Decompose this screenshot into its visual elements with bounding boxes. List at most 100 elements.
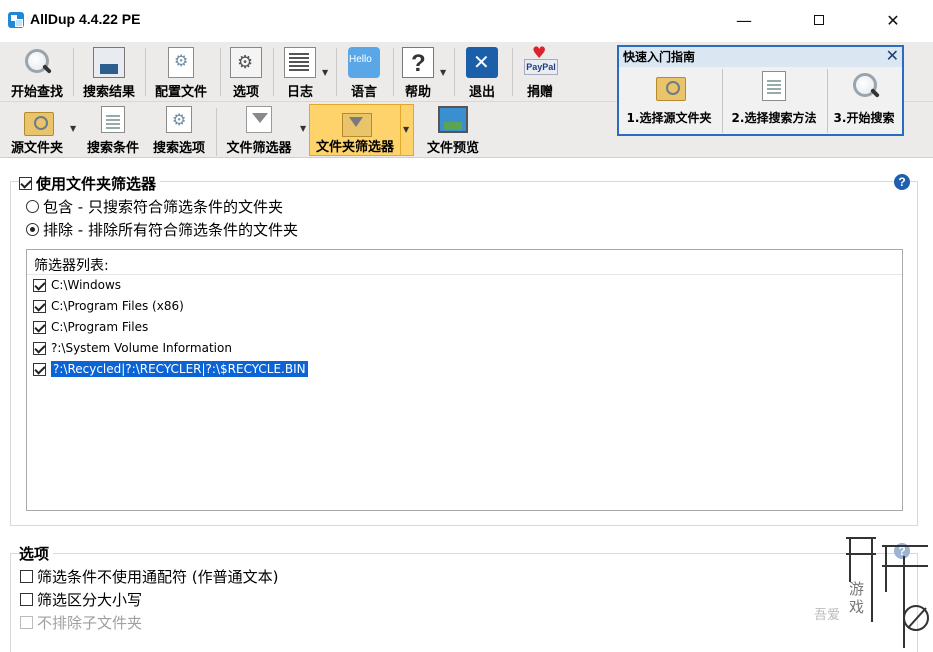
- exclude-radio[interactable]: [26, 223, 39, 236]
- list-item-text: ?:\System Volume Information: [51, 341, 232, 355]
- no-wildcards-label: 筛选条件不使用通配符 (作普通文本): [37, 568, 279, 586]
- list-item-text: C:\Program Files: [51, 320, 149, 334]
- folder-filter-help-icon[interactable]: ?: [894, 174, 910, 190]
- exclude-radio-row[interactable]: 排除 - 排除所有符合筛选条件的文件夹: [26, 219, 298, 240]
- options-label: 选项: [232, 85, 259, 100]
- include-radio[interactable]: [26, 200, 39, 213]
- source-folder-icon: [22, 106, 54, 136]
- exit-icon: [466, 47, 498, 78]
- use-folder-filter-checkbox[interactable]: [19, 177, 32, 190]
- folder-filter-button[interactable]: 文件夹筛选器: [309, 104, 401, 156]
- start-search-label: 开始查找: [10, 85, 63, 100]
- quick-step3-label: 3.开始搜索: [833, 111, 895, 125]
- search-options-label: 搜索选项: [152, 141, 205, 156]
- watermark-site: 吾爱: [814, 608, 841, 623]
- file-preview-button[interactable]: 文件预览: [420, 104, 486, 156]
- list-item-checkbox[interactable]: [33, 299, 46, 313]
- include-label: 包含 - 只搜索符合筛选条件的文件夹: [43, 198, 283, 216]
- no-exclude-subfolders-row: 不排除子文件夹: [20, 612, 142, 633]
- minimize-button[interactable]: —: [722, 4, 766, 36]
- source-folder-button[interactable]: 源文件夹: [6, 104, 68, 156]
- list-item-text: ?:\Recycled|?:\RECYCLER|?:\$RECYCLE.BIN: [50, 360, 309, 378]
- log-icon: [284, 47, 316, 78]
- case-sensitive-checkbox[interactable]: [20, 593, 33, 606]
- no-exclude-subfolders-label: 不排除子文件夹: [37, 614, 143, 632]
- watermark: 游 戏 吾爱: [814, 532, 932, 650]
- title-bar: AllDup 4.4.22 PE — ✕: [0, 0, 933, 42]
- log-dropdown-arrow-icon[interactable]: ▼: [322, 68, 328, 77]
- case-sensitive-label: 筛选区分大小写: [37, 591, 143, 609]
- log-button[interactable]: 日志: [278, 44, 322, 100]
- help-dropdown-arrow-icon[interactable]: ▼: [440, 68, 446, 77]
- quick-step2-label: 2.选择搜索方法: [731, 111, 817, 125]
- start-search-button[interactable]: 开始查找: [6, 44, 68, 100]
- close-button[interactable]: ✕: [871, 4, 915, 36]
- options-title: 选项: [19, 545, 50, 563]
- list-item-text: C:\Windows: [51, 278, 122, 292]
- donate-button[interactable]: 捐赠: [518, 43, 562, 100]
- search-criteria-button[interactable]: 搜索条件: [82, 104, 144, 156]
- quick-start-header: 快速入门指南 ✕: [619, 46, 902, 67]
- search-results-button[interactable]: 搜索结果: [78, 44, 140, 100]
- exit-button[interactable]: 退出: [460, 44, 504, 100]
- list-item-checkbox[interactable]: [33, 278, 46, 292]
- list-item-checkbox[interactable]: [33, 320, 46, 334]
- filter-list[interactable]: 筛选器列表: C:\Windows C:\Program Files (x86)…: [26, 249, 903, 511]
- file-filter-funnel-icon: [246, 106, 272, 133]
- folder-filter-dropdown[interactable]: ▼: [400, 104, 414, 156]
- no-wildcards-row[interactable]: 筛选条件不使用通配符 (作普通文本): [20, 566, 278, 587]
- file-filter-dropdown-arrow-icon[interactable]: ▼: [300, 124, 306, 133]
- file-preview-label: 文件预览: [426, 141, 479, 156]
- help-icon: [402, 47, 434, 78]
- list-item[interactable]: C:\Program Files (x86): [33, 299, 184, 313]
- donate-label: 捐赠: [526, 85, 553, 100]
- list-item-selected[interactable]: ?:\Recycled|?:\RECYCLER|?:\$RECYCLE.BIN: [33, 360, 309, 378]
- maximize-icon: [814, 15, 824, 25]
- quick-start-close-icon[interactable]: ✕: [886, 46, 899, 66]
- quick-step3-button[interactable]: 3.开始搜索: [819, 69, 909, 133]
- quick-step2-button[interactable]: 2.选择搜索方法: [726, 69, 822, 133]
- quick-start-title: 快速入门指南: [623, 50, 696, 64]
- results-icon: [93, 47, 125, 78]
- list-item[interactable]: C:\Program Files: [33, 320, 148, 334]
- exclude-label: 排除 - 排除所有符合筛选条件的文件夹: [43, 221, 298, 239]
- use-folder-filter-row[interactable]: 使用文件夹筛选器: [19, 173, 161, 194]
- exit-label: 退出: [468, 85, 495, 100]
- list-item-checkbox[interactable]: [33, 362, 46, 376]
- options-button[interactable]: 选项: [224, 44, 268, 100]
- filter-list-header: 筛选器列表:: [34, 258, 109, 274]
- config-file-button[interactable]: 配置文件: [150, 44, 212, 100]
- folder-filter-dropdown-arrow-icon: ▼: [403, 125, 410, 134]
- watermark-char-2: 戏: [849, 598, 865, 616]
- language-hello-icon: [348, 47, 380, 78]
- include-radio-row[interactable]: 包含 - 只搜索符合筛选条件的文件夹: [26, 196, 283, 217]
- file-filter-button[interactable]: 文件筛选器: [220, 104, 298, 156]
- help-button[interactable]: 帮助: [398, 44, 438, 100]
- folder-filter-funnel-icon: [340, 107, 372, 137]
- options-gear-icon: [230, 47, 262, 78]
- app-icon: [8, 12, 24, 28]
- select-folder-icon: [654, 71, 686, 101]
- list-item-checkbox[interactable]: [33, 341, 46, 355]
- options-title-row: 选项: [19, 543, 54, 564]
- search-criteria-label: 搜索条件: [86, 141, 139, 156]
- search-criteria-icon: [101, 106, 125, 133]
- list-item[interactable]: ?:\System Volume Information: [33, 341, 232, 355]
- help-label: 帮助: [404, 85, 431, 100]
- use-folder-filter-label: 使用文件夹筛选器: [36, 175, 157, 193]
- list-item[interactable]: C:\Windows: [33, 278, 121, 292]
- magnifier-icon: [21, 47, 53, 78]
- quick-step1-button[interactable]: 1.选择源文件夹: [621, 69, 717, 133]
- case-sensitive-row[interactable]: 筛选区分大小写: [20, 589, 142, 610]
- file-preview-picture-icon: [438, 106, 468, 133]
- source-folder-label: 源文件夹: [10, 141, 63, 156]
- maximize-button[interactable]: [797, 4, 841, 36]
- no-wildcards-checkbox[interactable]: [20, 570, 33, 583]
- file-filter-label: 文件筛选器: [226, 141, 292, 156]
- minimize-icon: —: [736, 10, 752, 30]
- source-folder-dropdown-arrow-icon[interactable]: ▼: [70, 124, 76, 133]
- window-title: AllDup 4.4.22 PE: [30, 11, 141, 27]
- language-button[interactable]: 语言: [342, 44, 386, 100]
- quick-step1-label: 1.选择源文件夹: [626, 111, 712, 125]
- search-options-button[interactable]: 搜索选项: [148, 104, 210, 156]
